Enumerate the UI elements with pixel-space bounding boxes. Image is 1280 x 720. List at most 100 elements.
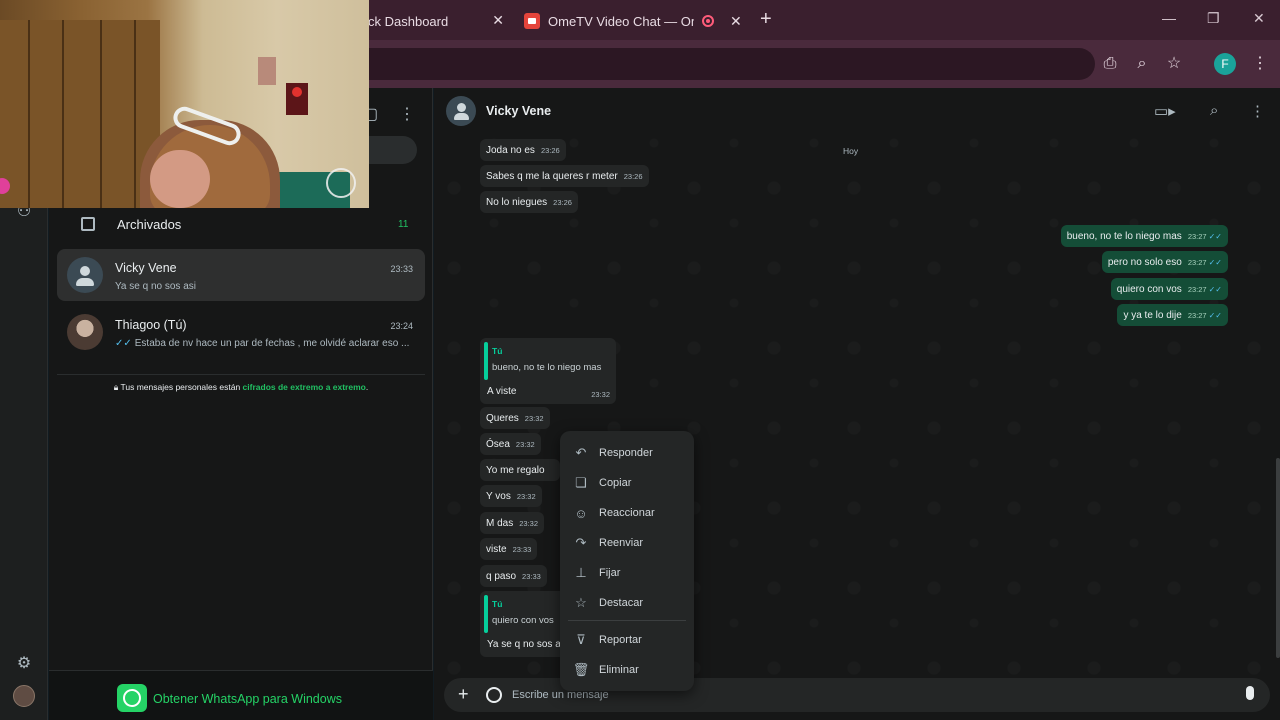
quote-author: Tú xyxy=(492,346,503,356)
tab-label: ck Dashboard xyxy=(368,13,449,29)
chat-name: Thiagoo (Tú) xyxy=(115,318,187,332)
forward-icon: ↷ xyxy=(575,535,587,550)
double-check-icon: ✓✓ xyxy=(115,338,132,349)
archive-box-icon xyxy=(81,217,95,231)
quote-text: bueno, no te lo niego mas xyxy=(492,362,602,373)
menu-item-forward[interactable]: ↷ Reenviar xyxy=(560,529,694,557)
default-avatar-icon xyxy=(67,257,103,293)
quote-text: quiero con vos xyxy=(492,615,554,626)
tab-dashboard[interactable]: ck Dashboard ✕ xyxy=(360,6,510,36)
chat-name: Vicky Vene xyxy=(115,261,177,275)
menu-separator xyxy=(568,620,686,621)
tab-ometv[interactable]: OmeTV Video Chat — Ome ✕ xyxy=(518,6,748,36)
new-tab-button[interactable]: + xyxy=(760,8,772,31)
message-in[interactable]: M das 23:32 xyxy=(480,512,545,534)
encryption-notice: 🔒︎ Tus mensajes personales están cifrado… xyxy=(113,382,369,392)
menu-item-star[interactable]: ☆ Destacar xyxy=(560,589,694,617)
conversation-menu-icon[interactable]: ⋮ xyxy=(1250,102,1265,120)
chat-item-vicky[interactable]: Vicky Vene 23:33 Ya se q no sos asi xyxy=(57,249,425,301)
install-app-icon[interactable]: ⎙ xyxy=(1100,54,1120,74)
message-in[interactable]: Sabes q me la queres r meter 23:26 xyxy=(480,165,649,187)
message-in[interactable]: Ósea 23:32 xyxy=(480,433,541,455)
search-icon[interactable]: ⌕ xyxy=(1210,102,1218,119)
emoji-icon: ☺ xyxy=(574,505,588,521)
message-in[interactable]: Queres 23:32 xyxy=(480,407,550,429)
menu-item-reply[interactable]: ↶ Responder xyxy=(560,439,694,467)
quote-author: Tú xyxy=(492,599,503,609)
default-avatar-icon[interactable] xyxy=(446,96,476,126)
recording-icon xyxy=(702,15,714,27)
ometv-favicon-icon xyxy=(524,13,540,29)
quoted-message[interactable]: Tú bueno, no te lo niego mas A viste 23:… xyxy=(480,338,616,404)
scrollbar[interactable] xyxy=(1276,458,1280,658)
double-check-icon: ✓✓ xyxy=(1208,258,1222,267)
conversation-title[interactable]: Vicky Vene xyxy=(486,104,551,118)
menu-item-react[interactable]: ☺ Reaccionar xyxy=(560,499,694,527)
webcam-logo-icon xyxy=(326,168,356,198)
whatsapp-logo-icon xyxy=(117,684,147,712)
get-app-banner[interactable]: Obtener WhatsApp para Windows xyxy=(49,670,433,720)
webcam-overlay xyxy=(0,0,369,208)
get-app-label: Obtener WhatsApp para Windows xyxy=(153,692,342,706)
message-in[interactable]: viste 23:33 xyxy=(480,538,538,560)
message-in[interactable]: q paso 23:33 xyxy=(480,565,547,587)
double-check-icon: ✓✓ xyxy=(1208,285,1222,294)
chat-list-menu-icon[interactable]: ⋮ xyxy=(399,104,415,124)
quoted-message[interactable]: Tú quiero con vos Ya se q no sos a xyxy=(480,591,570,657)
menu-item-delete[interactable]: 🗑︎ Eliminar xyxy=(560,656,694,684)
divider xyxy=(57,374,425,375)
close-tab-icon[interactable]: ✕ xyxy=(492,12,504,29)
message-out[interactable]: bueno, no te lo niego mas 23:27 ✓✓ xyxy=(1060,225,1228,247)
message-in[interactable]: Yo me regalo xyxy=(480,459,560,481)
thumbs-down-icon: ⊽ xyxy=(576,632,586,647)
video-call-icon[interactable]: ▭▸ xyxy=(1154,102,1176,120)
my-profile-avatar[interactable] xyxy=(13,685,35,707)
chat-item-thiagoo[interactable]: Thiagoo (Tú) 23:24 ✓✓ Estaba de nv hace u… xyxy=(57,306,425,358)
double-check-icon: ✓✓ xyxy=(1208,232,1222,241)
message-out[interactable]: y ya te lo dije 23:27 ✓✓ xyxy=(1117,304,1228,326)
copy-icon: ❏ xyxy=(575,475,587,490)
message-time: 23:32 xyxy=(591,390,610,399)
reply-text: Ya se q no sos a xyxy=(487,639,561,650)
settings-gear-icon[interactable]: ⚙ xyxy=(14,654,34,674)
message-out[interactable]: pero no solo eso 23:27 ✓✓ xyxy=(1101,251,1228,273)
encryption-link[interactable]: cifrados de extremo a extremo xyxy=(243,382,366,392)
archived-count: 11 xyxy=(398,218,409,230)
message-out[interactable]: quiero con vos 23:27 ✓✓ xyxy=(1110,278,1228,300)
close-tab-icon[interactable]: ✕ xyxy=(730,13,742,30)
restore-icon[interactable]: ❐ xyxy=(1207,10,1220,27)
reply-text: A viste xyxy=(487,386,517,397)
message-in[interactable]: Joda no es 23:26 xyxy=(480,139,566,161)
close-window-icon[interactable]: ✕ xyxy=(1253,10,1265,27)
chat-preview: ✓✓ Estaba de nv hace un par de fechas , m… xyxy=(115,338,410,349)
webcam-wardrobe xyxy=(0,20,160,208)
tab-label: OmeTV Video Chat — Ome xyxy=(548,13,694,29)
chat-time: 23:24 xyxy=(390,321,413,331)
message-in[interactable]: No lo niegues 23:26 xyxy=(480,191,578,213)
pin-icon: ⊥ xyxy=(575,565,587,580)
day-label: Hoy xyxy=(843,146,859,156)
menu-item-pin[interactable]: ⊥ Fijar xyxy=(560,559,694,587)
trash-icon: 🗑︎ xyxy=(572,662,590,677)
conversation-header: Vicky Vene ▭▸ ⌕ ⋮ xyxy=(434,88,1280,134)
menu-item-copy[interactable]: ❏ Copiar xyxy=(560,469,694,497)
double-check-icon: ✓✓ xyxy=(1208,311,1222,320)
emoji-icon[interactable] xyxy=(486,687,502,703)
message-in[interactable]: Y vos 23:32 xyxy=(480,485,542,507)
microphone-icon[interactable] xyxy=(1246,686,1254,700)
webcam-poster xyxy=(258,57,276,85)
quote-bar xyxy=(484,342,488,380)
menu-item-report[interactable]: ⊽ Reportar xyxy=(560,626,694,654)
profile-avatar[interactable]: F xyxy=(1214,53,1236,75)
archived-label: Archivados xyxy=(117,216,182,232)
chat-time: 23:33 xyxy=(390,264,413,274)
webcam-poster xyxy=(286,83,308,115)
archived-row[interactable]: Archivados 11 xyxy=(49,206,433,242)
attach-plus-icon[interactable]: + xyxy=(458,684,469,705)
browser-menu-icon[interactable]: ⋮ xyxy=(1250,54,1270,74)
webcam-face xyxy=(150,150,210,208)
minimize-icon[interactable]: — xyxy=(1162,10,1176,26)
zoom-icon[interactable]: ⌕ xyxy=(1132,54,1152,74)
bookmark-star-icon[interactable]: ☆ xyxy=(1164,54,1184,74)
reply-icon: ↶ xyxy=(575,445,587,460)
